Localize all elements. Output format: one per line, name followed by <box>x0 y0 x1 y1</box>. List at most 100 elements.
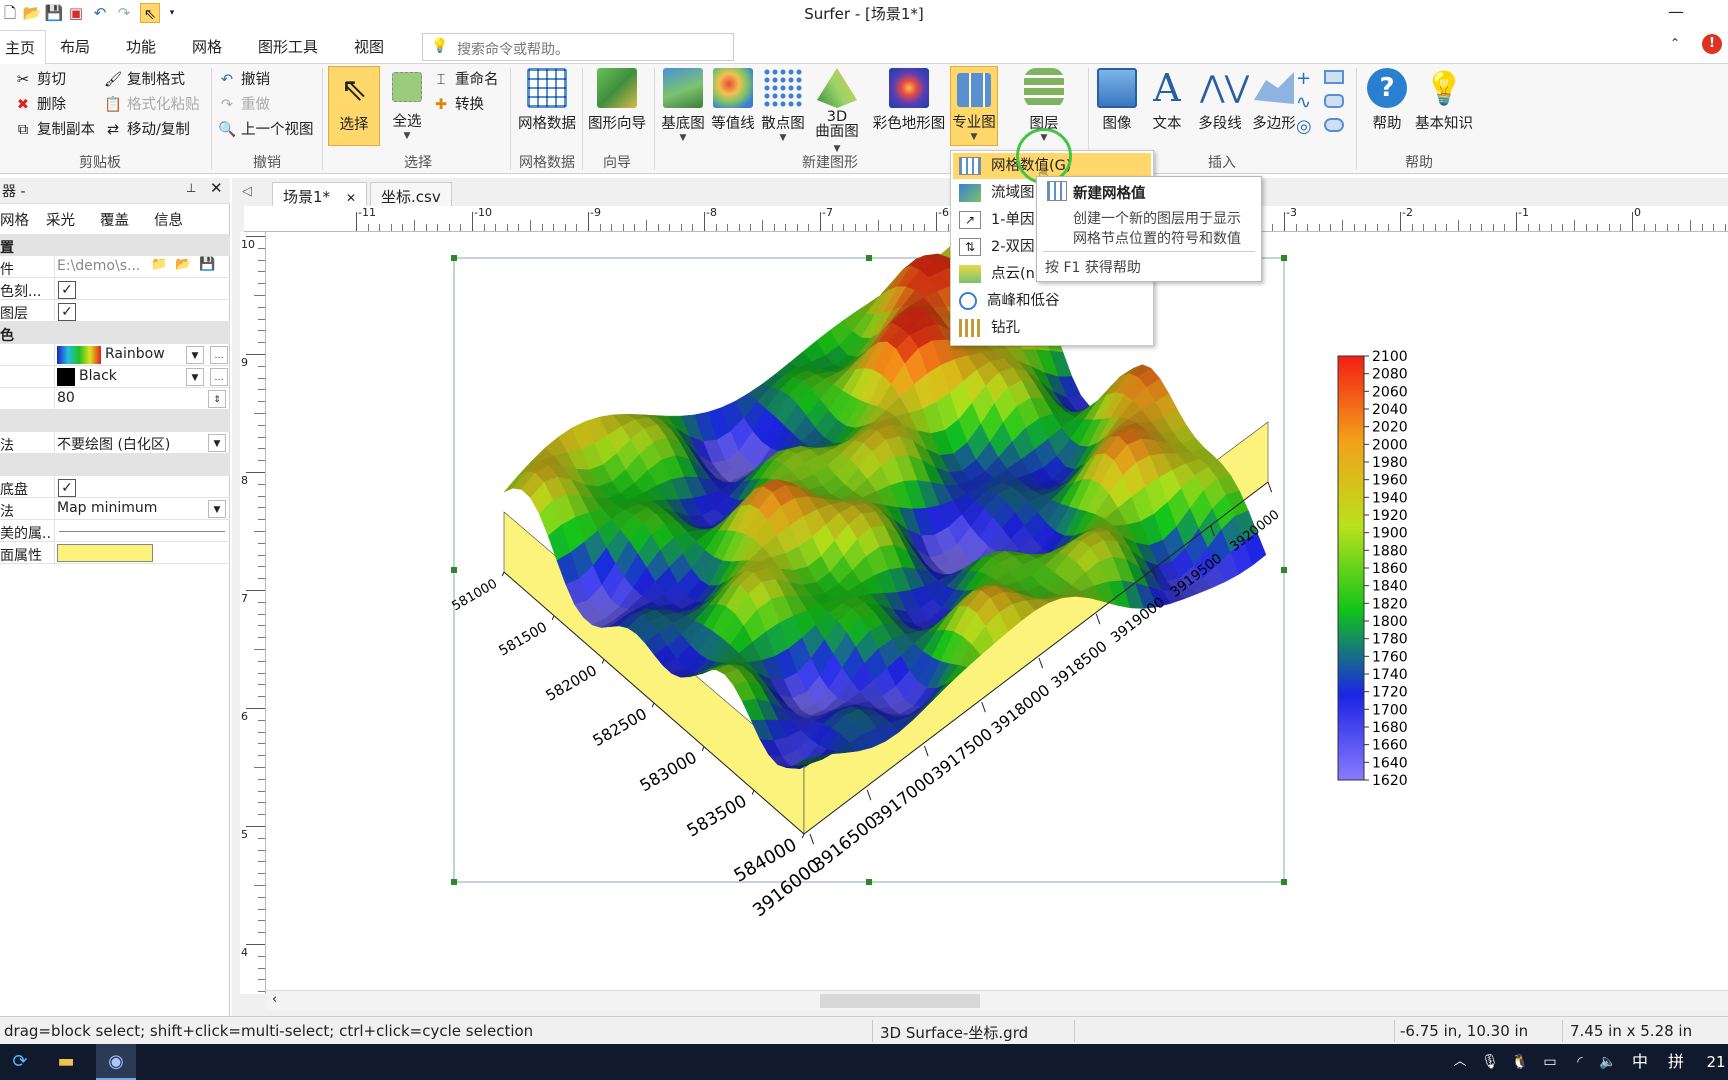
ellipsis-button[interactable]: … <box>210 368 228 386</box>
cut-button[interactable]: ✂ 剪切 <box>14 68 66 92</box>
tab-grid[interactable]: 网格 <box>186 34 228 59</box>
previous-view-button[interactable]: 🔍 上一个视图 <box>218 118 314 142</box>
rounded-rect-icon[interactable] <box>1324 94 1344 108</box>
ime-indicator[interactable]: 中 <box>1628 1050 1652 1074</box>
scroll-left-icon[interactable]: ‹ <box>272 992 277 1007</box>
property-value[interactable]: Rainbow ▼… <box>54 344 230 367</box>
pin-icon[interactable]: ⊥ <box>186 181 196 195</box>
copy-copy-button[interactable]: ⧉ 复制副本 <box>14 118 95 142</box>
search-input[interactable]: 搜索命令或帮助。 <box>457 39 569 59</box>
post-map-button[interactable]: 散点图 ▼ <box>758 68 808 143</box>
clock[interactable]: 21 <box>1704 1050 1728 1074</box>
format-paste-button[interactable]: 📋 格式化粘贴 <box>104 93 200 117</box>
horizontal-scrollbar[interactable]: ‹ <box>266 990 1728 1010</box>
battery-icon[interactable]: ▭ <box>1538 1050 1562 1074</box>
property-row[interactable]: 面属性 <box>0 542 230 565</box>
property-row[interactable]: 图层 ✓ <box>0 300 230 323</box>
oval-icon[interactable] <box>1324 118 1344 132</box>
panel-tab-info[interactable]: 信息 <box>154 209 183 230</box>
property-value[interactable]: 📁 📂 💾 E:\demo\s... <box>54 256 230 279</box>
notification-icon[interactable]: ! <box>1702 34 1722 54</box>
map-wizard-button[interactable]: 图形向导 <box>584 68 650 133</box>
rename-button[interactable]: ⌶ 重命名 <box>432 68 499 92</box>
property-row[interactable]: 美的属... <box>0 520 230 543</box>
spline-icon[interactable]: ∿ <box>1296 92 1311 113</box>
dropdown-arrow-icon[interactable]: ▼ <box>208 434 226 452</box>
menu-item-peaks-valleys[interactable]: 高峰和低谷 <box>953 288 1151 314</box>
tab-features[interactable]: 功能 <box>120 34 162 59</box>
specialty-map-button[interactable]: 专业图 ▼ <box>950 66 998 146</box>
file-explorer-icon[interactable]: ▬ <box>54 1050 78 1074</box>
contour-map-button[interactable]: 等值线 <box>708 68 758 133</box>
convert-button[interactable]: ✚ 转换 <box>432 93 484 117</box>
plot-canvas[interactable]: 584000 583500 583000 582500 582000 581500 5810… <box>266 232 1728 994</box>
dropdown-arrow-icon[interactable]: ▼ <box>186 368 204 386</box>
property-checkbox[interactable]: ✓ <box>58 281 76 299</box>
dropdown-arrow-icon[interactable]: ▼ <box>208 500 226 518</box>
qq-icon[interactable]: 🐧 <box>1508 1050 1532 1074</box>
base-map-button[interactable]: 基底图 ▼ <box>658 68 708 143</box>
tab-layout[interactable]: 布局 <box>54 34 96 59</box>
panel-tab-grid[interactable]: 网格 <box>0 209 29 230</box>
move-copy-button[interactable]: ⇄ 移动/复制 <box>104 118 190 142</box>
search-taskbar-icon[interactable]: ⟳ <box>8 1050 32 1074</box>
close-panel-icon[interactable]: ✕ <box>210 179 223 197</box>
select-button[interactable]: ⇖ 选择 <box>328 66 380 146</box>
panel-tab-lighting[interactable]: 采光 <box>46 209 75 230</box>
spinner-icon[interactable]: ⇕ <box>208 390 226 408</box>
search-box[interactable]: 💡 搜索命令或帮助。 <box>422 33 734 61</box>
symbol-icon[interactable]: + <box>1296 68 1311 89</box>
tab-home[interactable]: 主页 <box>0 30 47 66</box>
browse-icon[interactable]: 📁 <box>151 257 167 272</box>
microphone-icon[interactable]: 🎙 <box>1478 1050 1502 1074</box>
image-button[interactable]: 图像 <box>1092 68 1142 133</box>
property-checkbox[interactable]: ✓ <box>58 479 76 497</box>
property-row[interactable]: 法 不要绘图 (白化区) ▼ <box>0 432 230 455</box>
open-folder-icon[interactable]: 📂 <box>175 257 191 272</box>
property-value[interactable] <box>54 542 230 565</box>
close-tab-icon[interactable]: ✕ <box>346 191 356 205</box>
save-file-icon[interactable]: 💾 <box>199 257 215 272</box>
doc-tab-csv[interactable]: 坐标.csv <box>370 182 452 208</box>
property-value[interactable]: 不要绘图 (白化区) ▼ <box>54 432 230 455</box>
panel-tab-overlay[interactable]: 覆盖 <box>100 209 129 230</box>
help-button[interactable]: ? 帮助 <box>1362 68 1412 133</box>
tray-chevron-icon[interactable]: ︿ <box>1448 1050 1472 1074</box>
wifi-icon[interactable]: ◜ <box>1568 1050 1592 1074</box>
grid-data-button[interactable]: 网格数据 <box>514 68 580 133</box>
tab-scroll-left-icon[interactable]: ◁ <box>242 184 252 199</box>
polygon-button[interactable]: 多边形 <box>1246 68 1302 133</box>
property-value[interactable]: 80 ⇕ <box>54 388 230 411</box>
property-value[interactable]: Map minimum ▼ <box>54 498 230 521</box>
rectangle-icon[interactable] <box>1324 70 1344 84</box>
property-value[interactable]: ✓ <box>54 300 230 323</box>
property-value[interactable] <box>54 520 230 543</box>
property-row[interactable]: Rainbow ▼… <box>0 344 230 367</box>
doc-tab-plot[interactable]: 场景1* ✕ <box>272 182 368 208</box>
copy-format-button[interactable]: 🖌 复制格式 <box>104 68 185 92</box>
volume-icon[interactable]: 🔈 <box>1596 1050 1620 1074</box>
minimize-icon[interactable]: — <box>1668 2 1684 21</box>
text-button[interactable]: A 文本 <box>1142 68 1192 133</box>
color-relief-button[interactable]: 彩色地形图 <box>868 68 950 133</box>
property-value[interactable]: ✓ <box>54 476 230 499</box>
dropdown-arrow-icon[interactable]: ▼ <box>186 346 204 364</box>
scrollbar-thumb[interactable] <box>820 994 980 1008</box>
property-row[interactable]: 法 Map minimum ▼ <box>0 498 230 521</box>
select-all-button[interactable]: 全选 ▼ <box>382 68 432 141</box>
property-row[interactable]: 80 ⇕ <box>0 388 230 411</box>
delete-button[interactable]: ✖ 删除 <box>14 93 66 117</box>
property-row[interactable]: Black ▼… <box>0 366 230 389</box>
tab-view[interactable]: 视图 <box>348 34 390 59</box>
property-row[interactable]: 件 📁 📂 💾 E:\demo\s... <box>0 256 230 279</box>
fill-color-swatch[interactable] <box>57 544 153 562</box>
property-row[interactable]: 色刻... ✓ <box>0 278 230 301</box>
property-row[interactable]: 底盘 ✓ <box>0 476 230 499</box>
collapse-ribbon-icon[interactable]: ⌃ <box>1670 36 1680 50</box>
polyline-button[interactable]: ⋀⋁ 多段线 <box>1192 68 1249 133</box>
ime-mode-indicator[interactable]: 拼 <box>1664 1050 1688 1074</box>
ellipsis-button[interactable]: … <box>210 346 228 364</box>
property-value[interactable]: ✓ <box>54 278 230 301</box>
3d-surface-button[interactable]: 3D 曲面图▼ <box>812 68 862 157</box>
ellipse-icon[interactable]: ◎ <box>1296 116 1312 137</box>
